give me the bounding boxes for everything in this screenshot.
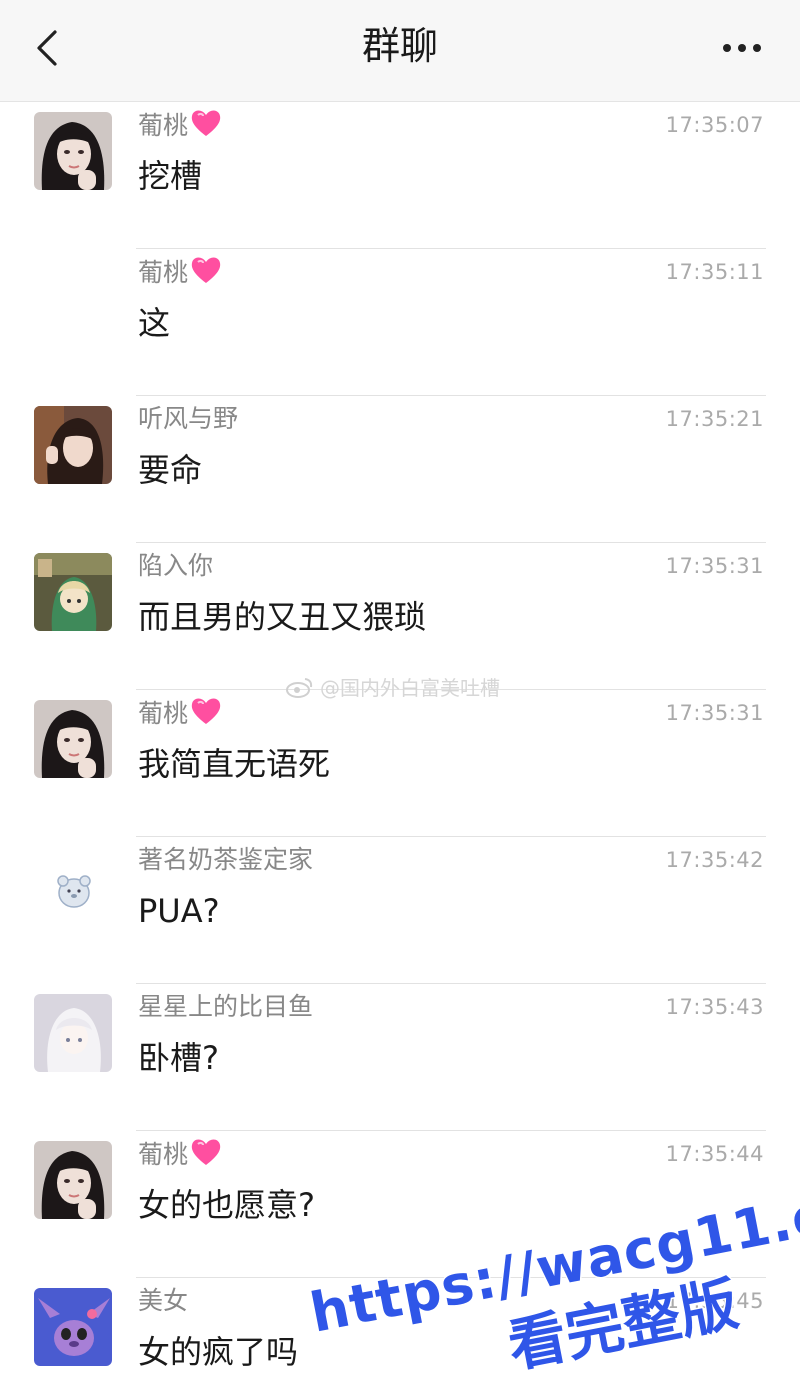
sender-name: 星星上的比目鱼 (138, 992, 314, 1021)
message-time: 17:35:07 (665, 113, 764, 137)
message-time: 17:35:43 (665, 995, 764, 1019)
sender-name: 美女 (138, 1286, 189, 1315)
more-button[interactable] (714, 28, 770, 68)
message-text: 卧槽? (138, 1039, 219, 1077)
message-row[interactable]: 听风与野 17:35:21 要命 (0, 396, 800, 543)
more-horizontal-icon (723, 44, 761, 52)
nav-bar: 群聊 (0, 0, 800, 102)
avatar[interactable] (34, 406, 112, 484)
message-time: 17:35:44 (665, 1142, 764, 1166)
message-row[interactable]: 美女 17:35:45 女的疯了吗 (0, 1278, 800, 1380)
weibo-icon (286, 677, 313, 698)
page-title: 群聊 (361, 24, 438, 68)
message-time: 17:35:31 (665, 701, 764, 725)
message-row[interactable]: 葡桃 17:35:07 挖槽 (0, 102, 800, 249)
sender-name: 葡桃 (138, 108, 222, 147)
message-text: 而且男的又丑又猥琐 (138, 598, 427, 636)
message-row[interactable]: 葡桃 17:35:31 我简直无语死 (0, 690, 800, 837)
message-row[interactable]: 著名奶茶鉴定家 17:35:42 PUA? (0, 837, 800, 984)
message-text: 这 (138, 304, 171, 342)
message-text: 要命 (138, 451, 203, 489)
message-text: 我简直无语死 (138, 745, 331, 783)
heart-emoji-icon (190, 255, 222, 294)
avatar[interactable] (34, 700, 112, 778)
message-time: 17:35:21 (665, 407, 764, 431)
sender-name: 葡桃 (138, 1137, 222, 1176)
avatar[interactable] (34, 1141, 112, 1219)
message-text: 挖槽 (138, 157, 203, 195)
sender-name: 陷入你 (138, 551, 214, 580)
message-text: PUA? (138, 892, 220, 930)
watermark-text: @国内外白富美吐槽 (320, 676, 500, 700)
message-row[interactable]: 星星上的比目鱼 17:35:43 卧槽? (0, 984, 800, 1131)
message-time: 17:35:42 (665, 848, 764, 872)
avatar[interactable] (34, 112, 112, 190)
heart-emoji-icon (190, 108, 222, 147)
sender-name: 葡桃 (138, 696, 222, 735)
avatar[interactable] (34, 1288, 112, 1366)
message-row[interactable]: 葡桃 17:35:44 女的也愿意? (0, 1131, 800, 1278)
avatar[interactable] (34, 847, 112, 925)
message-row[interactable]: 陷入你 17:35:31 而且男的又丑又猥琐 (0, 543, 800, 690)
message-text: 女的疯了吗 (138, 1333, 299, 1371)
message-time: 17:35:11 (665, 260, 764, 284)
sender-name: 听风与野 (138, 404, 239, 433)
message-row[interactable]: 葡桃 17:35:11 这 (0, 249, 800, 396)
message-time: 17:35:45 (665, 1289, 764, 1313)
avatar[interactable] (34, 553, 112, 631)
weibo-watermark: @国内外白富美吐槽 (286, 672, 500, 701)
heart-emoji-icon (190, 696, 222, 735)
sender-name: 著名奶茶鉴定家 (138, 845, 314, 874)
message-text: 女的也愿意? (138, 1186, 315, 1224)
message-time: 17:35:31 (665, 554, 764, 578)
avatar[interactable] (34, 994, 112, 1072)
heart-emoji-icon (190, 1137, 222, 1176)
sender-name: 葡桃 (138, 255, 222, 294)
